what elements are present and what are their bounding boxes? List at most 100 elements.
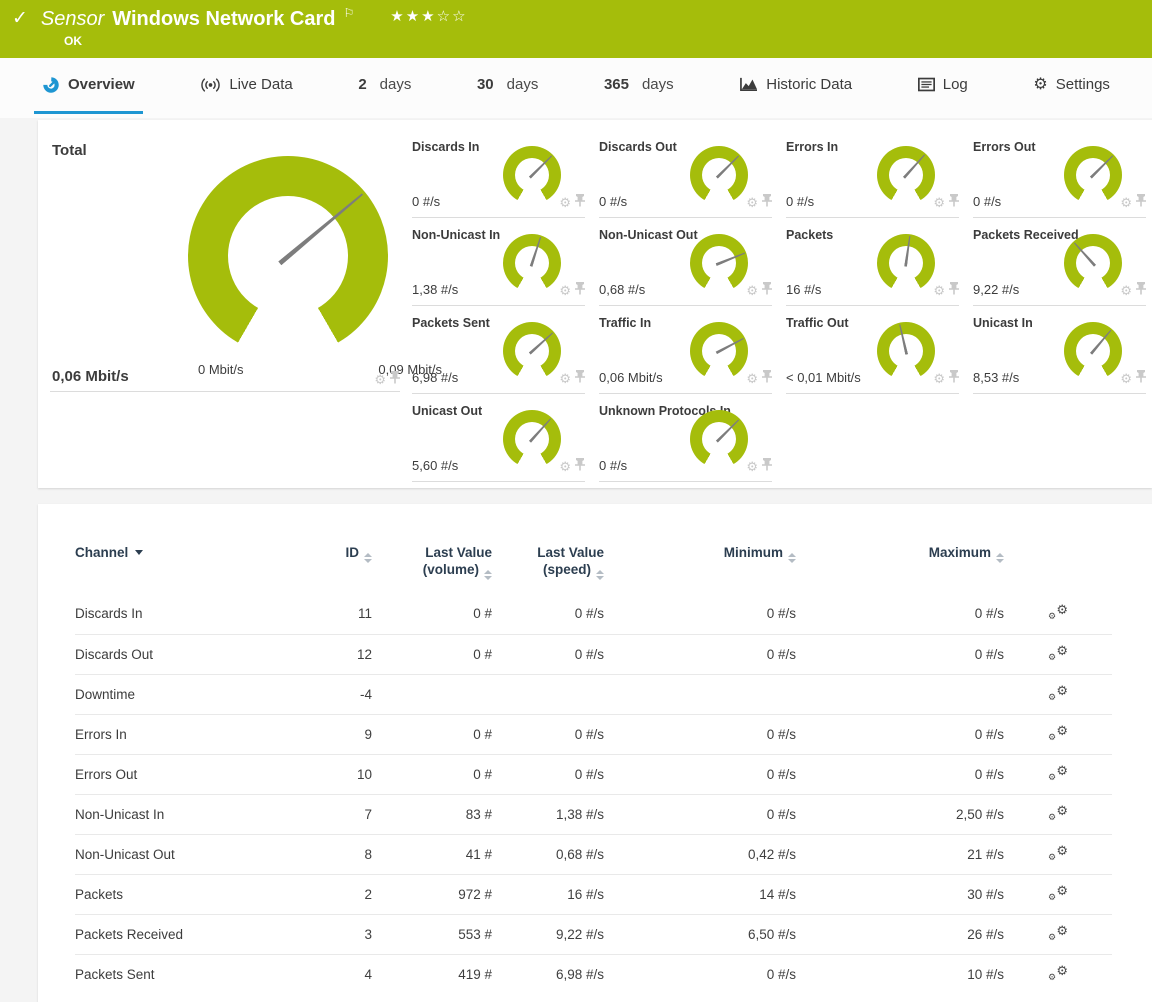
channel-gauge-cell[interactable]: Traffic Out < 0,01 Mbit/s ⚙ bbox=[786, 306, 959, 394]
star-icon[interactable]: ★ bbox=[406, 8, 421, 25]
table-row[interactable]: Packets Sent 4 419 # 6,98 #/s 0 #/s 10 #… bbox=[75, 954, 1112, 994]
channel-gauge-cell[interactable]: Discards In 0 #/s ⚙ bbox=[412, 130, 585, 218]
gauge-settings-icon[interactable]: ⚙ bbox=[1120, 197, 1132, 209]
pin-icon[interactable] bbox=[762, 458, 772, 476]
column-header-id[interactable]: ID bbox=[310, 522, 372, 594]
channel-gauge-cell[interactable]: Unknown Protocols In 0 #/s ⚙ bbox=[599, 394, 772, 482]
gauge-settings-icon[interactable]: ⚙ bbox=[746, 285, 758, 297]
table-row[interactable]: Discards In 11 0 # 0 #/s 0 #/s 0 #/s ⚙⚙ bbox=[75, 594, 1112, 634]
channel-gauge-cell[interactable]: Non-Unicast Out 0,68 #/s ⚙ bbox=[599, 218, 772, 306]
table-row[interactable]: Discards Out 12 0 # 0 #/s 0 #/s 0 #/s ⚙⚙ bbox=[75, 634, 1112, 674]
column-header-channel[interactable]: Channel bbox=[75, 522, 310, 594]
table-row[interactable]: Non-Unicast Out 8 41 # 0,68 #/s 0,42 #/s… bbox=[75, 834, 1112, 874]
channel-gauge-cell[interactable]: Errors Out 0 #/s ⚙ bbox=[973, 130, 1146, 218]
pin-icon[interactable] bbox=[762, 370, 772, 388]
channel-settings-gears-icon[interactable]: ⚙⚙ bbox=[1048, 724, 1068, 742]
pin-icon[interactable] bbox=[949, 194, 959, 212]
channel-name[interactable]: Non-Unicast Out bbox=[75, 834, 310, 874]
tab-log[interactable]: Log bbox=[910, 58, 976, 114]
gauge-settings-icon[interactable]: ⚙ bbox=[559, 285, 571, 297]
channel-settings-gears-icon[interactable]: ⚙⚙ bbox=[1048, 964, 1068, 982]
gauge-settings-icon[interactable]: ⚙ bbox=[1120, 373, 1132, 385]
channel-settings-gears-icon[interactable]: ⚙⚙ bbox=[1048, 844, 1068, 862]
channel-gauge-cell[interactable]: Packets Sent 6,98 #/s ⚙ bbox=[412, 306, 585, 394]
star-icon[interactable]: ★ bbox=[390, 8, 405, 25]
gauge-settings-icon[interactable]: ⚙ bbox=[933, 197, 945, 209]
channel-gauge-cell[interactable]: Packets Received 9,22 #/s ⚙ bbox=[973, 218, 1146, 306]
channel-gauge-cell[interactable]: Errors In 0 #/s ⚙ bbox=[786, 130, 959, 218]
channel-settings-gears-icon[interactable]: ⚙⚙ bbox=[1048, 884, 1068, 902]
table-row[interactable]: Errors Out 10 0 # 0 #/s 0 #/s 0 #/s ⚙⚙ bbox=[75, 754, 1112, 794]
table-row[interactable]: Packets 2 972 # 16 #/s 14 #/s 30 #/s ⚙⚙ bbox=[75, 874, 1112, 914]
channel-name[interactable]: Packets Sent bbox=[75, 954, 310, 994]
channel-name[interactable]: Packets bbox=[75, 874, 310, 914]
total-gauge bbox=[188, 156, 388, 356]
channel-name[interactable]: Downtime bbox=[75, 674, 310, 714]
channel-gauge-cell[interactable]: Unicast In 8,53 #/s ⚙ bbox=[973, 306, 1146, 394]
gauge-settings-icon[interactable]: ⚙ bbox=[746, 373, 758, 385]
flag-icon[interactable]: ⚐ bbox=[343, 7, 354, 19]
pin-icon[interactable] bbox=[575, 194, 585, 212]
tab-overview[interactable]: Overview bbox=[34, 58, 143, 114]
gauge-settings-icon[interactable]: ⚙ bbox=[933, 285, 945, 297]
channel-settings-gears-icon[interactable]: ⚙⚙ bbox=[1048, 764, 1068, 782]
table-row[interactable]: Non-Unicast In 7 83 # 1,38 #/s 0 #/s 2,5… bbox=[75, 794, 1112, 834]
column-header-last-value-volume[interactable]: Last Value (volume) bbox=[372, 522, 492, 594]
pin-icon[interactable] bbox=[575, 282, 585, 300]
gauge-settings-icon[interactable]: ⚙ bbox=[746, 197, 758, 209]
pin-icon[interactable] bbox=[949, 370, 959, 388]
gauge-settings-icon[interactable]: ⚙ bbox=[559, 197, 571, 209]
column-header-last-value-speed[interactable]: Last Value (speed) bbox=[492, 522, 604, 594]
star-icon[interactable]: ☆ bbox=[437, 8, 452, 25]
channel-gauge-cell[interactable]: Packets 16 #/s ⚙ bbox=[786, 218, 959, 306]
tab-30-days[interactable]: 30 days bbox=[469, 58, 546, 114]
pin-icon[interactable] bbox=[949, 282, 959, 300]
channel-settings-gears-icon[interactable]: ⚙⚙ bbox=[1048, 684, 1068, 702]
channel-name[interactable]: Discards In bbox=[75, 594, 310, 634]
channel-settings-gears-icon[interactable]: ⚙⚙ bbox=[1048, 644, 1068, 662]
gauge-settings-icon[interactable]: ⚙ bbox=[559, 373, 571, 385]
tab-settings[interactable]: ⚙ Settings bbox=[1025, 58, 1118, 114]
channel-name[interactable]: Packets Received bbox=[75, 914, 310, 954]
priority-stars[interactable]: ★★★☆☆ bbox=[390, 6, 467, 28]
star-icon[interactable]: ★ bbox=[421, 8, 436, 25]
pin-icon[interactable] bbox=[1136, 282, 1146, 300]
channel-id: 4 bbox=[310, 954, 372, 994]
channel-settings-gears-icon[interactable]: ⚙⚙ bbox=[1048, 804, 1068, 822]
table-row[interactable]: Errors In 9 0 # 0 #/s 0 #/s 0 #/s ⚙⚙ bbox=[75, 714, 1112, 754]
table-row[interactable]: Downtime -4 ⚙⚙ bbox=[75, 674, 1112, 714]
channel-name[interactable]: Errors Out bbox=[75, 754, 310, 794]
gauge-settings-icon[interactable]: ⚙ bbox=[1120, 285, 1132, 297]
live-icon bbox=[200, 77, 221, 93]
pin-icon[interactable] bbox=[1136, 370, 1146, 388]
tab-live-data[interactable]: Live Data bbox=[192, 58, 300, 114]
column-header-minimum[interactable]: Minimum bbox=[604, 522, 796, 594]
channel-settings-gears-icon[interactable]: ⚙⚙ bbox=[1048, 924, 1068, 942]
channel-gauge-cell[interactable]: Non-Unicast In 1,38 #/s ⚙ bbox=[412, 218, 585, 306]
total-gauge-cell[interactable]: Total 0 Mbit/s 0,09 Mbit/s 0,06 Mbit/s ⚙ bbox=[50, 130, 400, 392]
star-icon[interactable]: ☆ bbox=[452, 8, 467, 25]
tab-2-days[interactable]: 2 days bbox=[350, 58, 419, 114]
pin-icon[interactable] bbox=[575, 370, 585, 388]
channel-settings-gears-icon[interactable]: ⚙⚙ bbox=[1048, 603, 1068, 621]
channel-name[interactable]: Non-Unicast In bbox=[75, 794, 310, 834]
pin-icon[interactable] bbox=[390, 371, 400, 389]
tab-365-days[interactable]: 365 days bbox=[596, 58, 682, 114]
tab-number: 365 bbox=[604, 76, 629, 93]
channel-name[interactable]: Discards Out bbox=[75, 634, 310, 674]
channel-gauge-cell[interactable]: Discards Out 0 #/s ⚙ bbox=[599, 130, 772, 218]
gauge-settings-icon[interactable]: ⚙ bbox=[746, 461, 758, 473]
pin-icon[interactable] bbox=[762, 282, 772, 300]
channel-gauge-cell[interactable]: Traffic In 0,06 Mbit/s ⚙ bbox=[599, 306, 772, 394]
gauge-settings-icon[interactable]: ⚙ bbox=[933, 373, 945, 385]
channel-gauge-cell[interactable]: Unicast Out 5,60 #/s ⚙ bbox=[412, 394, 585, 482]
column-header-maximum[interactable]: Maximum bbox=[796, 522, 1004, 594]
channel-name[interactable]: Errors In bbox=[75, 714, 310, 754]
table-row[interactable]: Packets Received 3 553 # 9,22 #/s 6,50 #… bbox=[75, 914, 1112, 954]
pin-icon[interactable] bbox=[1136, 194, 1146, 212]
pin-icon[interactable] bbox=[762, 194, 772, 212]
gauge-settings-icon[interactable]: ⚙ bbox=[559, 461, 571, 473]
tab-historic-data[interactable]: Historic Data bbox=[731, 58, 860, 114]
gauge-settings-icon[interactable]: ⚙ bbox=[374, 374, 386, 386]
pin-icon[interactable] bbox=[575, 458, 585, 476]
